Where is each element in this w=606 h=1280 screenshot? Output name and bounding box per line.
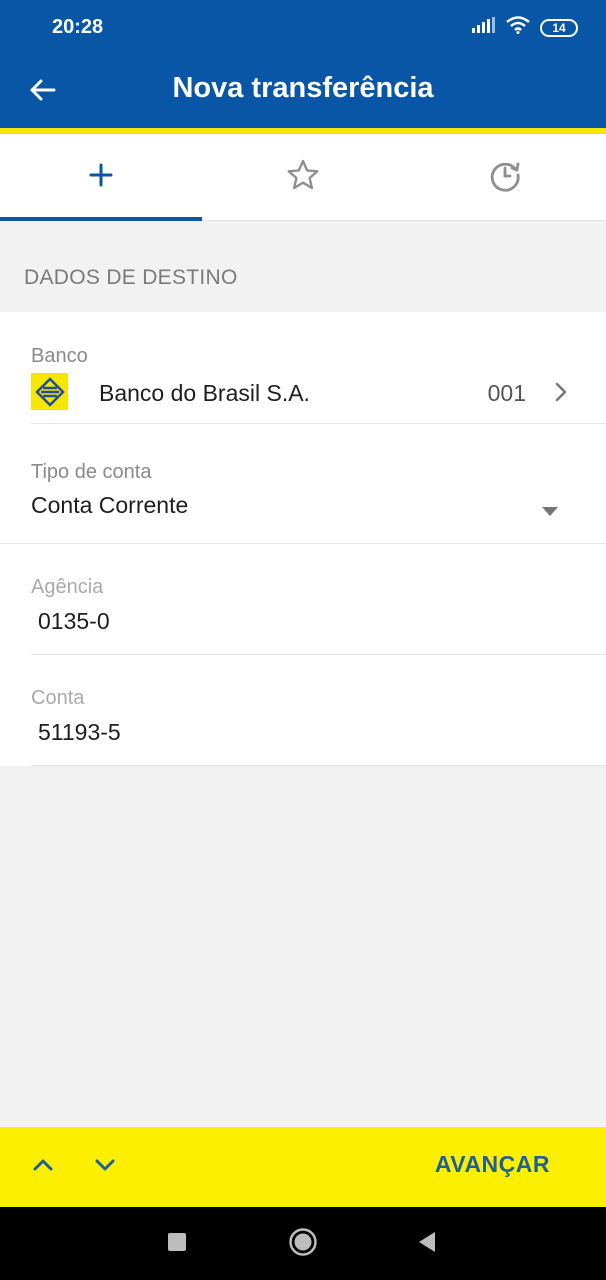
back-nav-button[interactable] — [410, 1227, 444, 1261]
chevron-down-icon — [95, 1158, 115, 1176]
account-type-select[interactable]: Tipo de conta Conta Corrente — [0, 424, 606, 544]
bank-logo-icon — [31, 373, 68, 410]
bank-field[interactable]: Banco Banco do Brasil S.A. 001 — [31, 312, 606, 424]
wifi-icon — [506, 16, 530, 39]
next-field-button[interactable] — [87, 1149, 123, 1185]
account-type-value: Conta Corrente — [31, 492, 189, 518]
account-type-label: Tipo de conta — [31, 461, 152, 483]
advance-button[interactable]: AVANÇAR — [435, 1151, 550, 1178]
tab-new[interactable] — [0, 134, 202, 221]
agency-input[interactable]: 0135-0 — [38, 608, 110, 635]
destination-form: Banco Banco do Brasil S.A. 001 Tipo de c… — [0, 312, 606, 766]
bank-code: 001 — [487, 380, 526, 406]
agency-field[interactable]: Agência 0135-0 — [31, 544, 606, 655]
home-button[interactable] — [286, 1227, 320, 1261]
chevron-up-icon — [33, 1158, 53, 1176]
recents-button[interactable] — [160, 1227, 194, 1261]
triangle-back-icon — [417, 1231, 437, 1258]
account-label: Conta — [31, 687, 85, 709]
page-title: Nova transferência — [172, 72, 434, 104]
bottom-action-bar: AVANÇAR — [0, 1127, 606, 1207]
chevron-right-icon — [554, 380, 568, 409]
square-icon — [167, 1232, 187, 1257]
account-field[interactable]: Conta 51193-5 — [31, 655, 606, 766]
signal-icon — [472, 17, 496, 38]
bank-name: Banco do Brasil S.A. — [99, 380, 310, 406]
bank-label: Banco — [31, 345, 88, 367]
app-bar: Nova transferência — [0, 54, 606, 128]
dropdown-arrow-icon — [542, 504, 558, 522]
plus-icon — [88, 162, 114, 193]
tab-bar — [0, 134, 606, 221]
circle-icon — [288, 1227, 318, 1262]
status-icons: 14 — [472, 16, 578, 39]
previous-field-button[interactable] — [25, 1149, 61, 1185]
section-label: DADOS DE DESTINO — [24, 266, 238, 289]
star-icon — [286, 158, 320, 197]
system-nav-bar — [0, 1207, 606, 1280]
status-bar: 20:28 14 — [0, 0, 606, 54]
tab-history[interactable] — [404, 134, 606, 220]
status-time: 20:28 — [52, 16, 104, 38]
battery-icon: 14 — [540, 18, 578, 37]
agency-label: Agência — [31, 576, 104, 598]
history-icon — [488, 158, 522, 197]
tab-favorites[interactable] — [202, 134, 404, 220]
account-input[interactable]: 51193-5 — [38, 719, 121, 746]
